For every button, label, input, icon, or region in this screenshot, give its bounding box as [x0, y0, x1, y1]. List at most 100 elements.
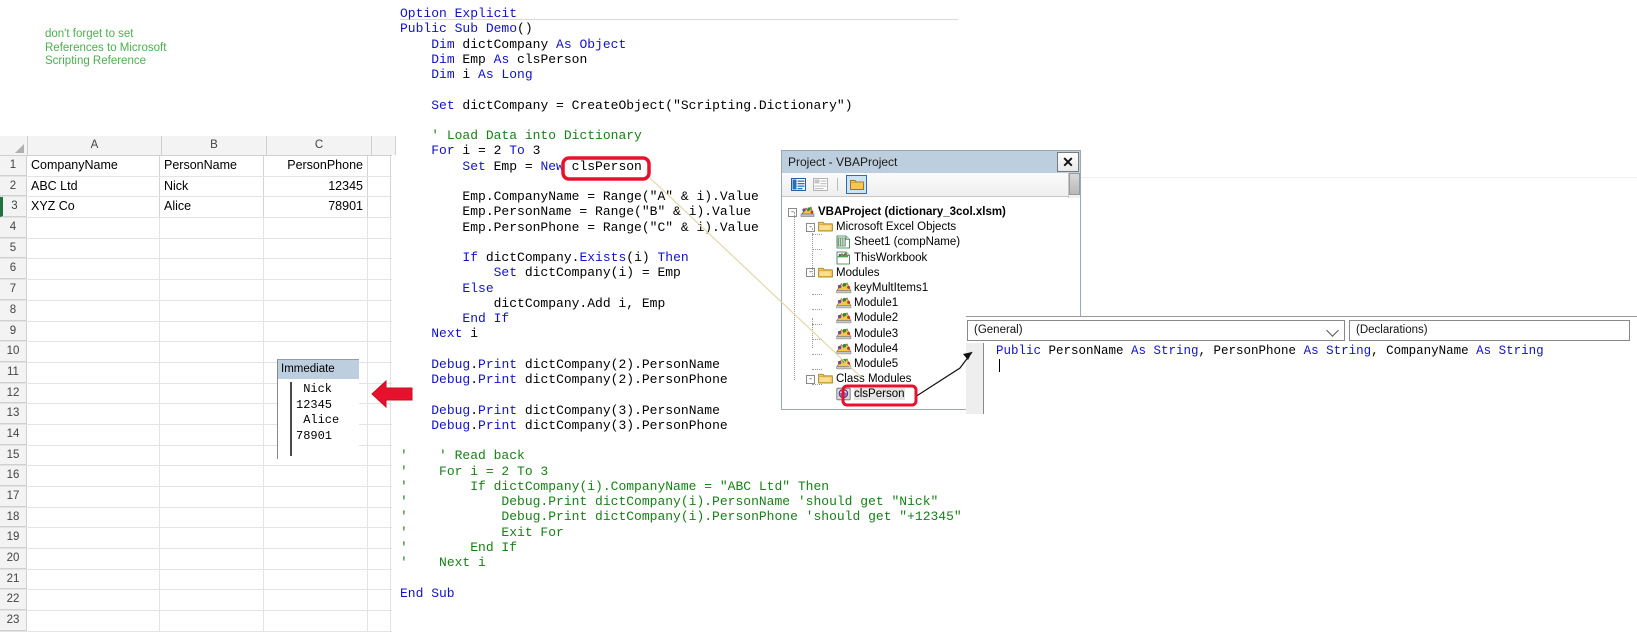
view-code-icon[interactable]	[790, 177, 807, 192]
row-header[interactable]: 10	[0, 342, 27, 362]
object-dropdown[interactable]: (General)	[967, 320, 1345, 341]
table-cell[interactable]	[27, 507, 160, 528]
column-header-b[interactable]: B	[162, 136, 267, 155]
table-cell[interactable]	[160, 259, 264, 280]
table-cell[interactable]	[27, 466, 160, 486]
table-cell[interactable]	[160, 507, 264, 528]
row-header[interactable]: 18	[0, 507, 27, 528]
code-line[interactable]	[400, 433, 1000, 448]
row-header[interactable]: 15	[0, 445, 27, 466]
table-cell[interactable]	[160, 466, 264, 486]
table-cell[interactable]	[368, 528, 391, 549]
row-header[interactable]: 1	[0, 156, 27, 176]
table-cell[interactable]	[368, 218, 391, 238]
table-cell[interactable]	[264, 259, 368, 280]
table-cell[interactable]	[160, 445, 264, 466]
table-row[interactable]: 16	[0, 466, 392, 487]
table-cell[interactable]	[27, 362, 160, 383]
row-header[interactable]: 12	[0, 383, 27, 404]
project-explorer-title-bar[interactable]: Project - VBAProject ✕	[782, 151, 1080, 173]
table-cell[interactable]: 12345	[264, 176, 368, 197]
table-cell[interactable]	[368, 590, 391, 611]
code-line[interactable]: ' Debug.Print dictCompany(i).PersonName …	[400, 494, 1000, 509]
immediate-window[interactable]: Immediate Nick 12345 Alice 78901	[277, 359, 359, 459]
table-cell[interactable]: XYZ Co	[27, 197, 160, 218]
table-cell[interactable]	[368, 176, 391, 197]
table-cell[interactable]: PersonName	[160, 156, 264, 176]
table-cell[interactable]	[368, 487, 391, 507]
table-cell[interactable]	[264, 238, 368, 259]
table-cell[interactable]	[368, 300, 391, 321]
code-line[interactable]: Public Sub Demo()	[400, 21, 1000, 36]
tree-item-module1[interactable]: Module1	[824, 295, 898, 311]
table-cell[interactable]	[368, 342, 391, 362]
table-cell[interactable]	[27, 383, 160, 404]
table-cell[interactable]	[160, 238, 264, 259]
table-cell[interactable]	[264, 466, 368, 486]
table-row[interactable]: 5	[0, 238, 392, 260]
table-cell[interactable]	[27, 487, 160, 507]
row-header[interactable]: 20	[0, 549, 27, 569]
table-cell[interactable]	[264, 507, 368, 528]
code-line[interactable]: ' Debug.Print dictCompany(i).PersonPhone…	[400, 509, 1000, 524]
row-header[interactable]: 7	[0, 280, 27, 300]
table-cell[interactable]	[27, 611, 160, 631]
row-header[interactable]: 23	[0, 611, 27, 631]
tree-item-keymultitems1[interactable]: keyMultItems1	[824, 280, 928, 296]
table-cell[interactable]	[160, 218, 264, 238]
table-cell[interactable]	[160, 404, 264, 424]
table-cell[interactable]	[160, 383, 264, 404]
row-header[interactable]: 22	[0, 590, 27, 611]
table-cell[interactable]	[368, 611, 391, 631]
table-cell[interactable]	[368, 238, 391, 259]
row-header[interactable]: 6	[0, 259, 27, 280]
row-header[interactable]: 11	[0, 362, 27, 383]
column-header-a[interactable]: A	[28, 136, 162, 155]
row-header[interactable]: 4	[0, 218, 27, 238]
tree-item-microsoft-excel-objects[interactable]: - Microsoft Excel Objects	[806, 219, 956, 235]
table-cell[interactable]	[264, 611, 368, 631]
code-line[interactable]: Option Explicit	[400, 6, 1000, 21]
table-cell[interactable]	[368, 197, 391, 218]
table-row[interactable]: 18	[0, 507, 392, 529]
tree-item-modules[interactable]: - Modules	[806, 265, 879, 281]
table-cell[interactable]	[368, 466, 391, 486]
table-row[interactable]: 21	[0, 569, 392, 591]
table-row[interactable]: 20	[0, 549, 392, 570]
table-row[interactable]: 4	[0, 218, 392, 239]
table-cell[interactable]	[27, 300, 160, 321]
table-cell[interactable]	[160, 342, 264, 362]
table-cell[interactable]	[27, 424, 160, 445]
row-header[interactable]: 16	[0, 466, 27, 486]
code-line[interactable]: Set dictCompany = CreateObject("Scriptin…	[400, 98, 1000, 113]
table-cell[interactable]	[160, 590, 264, 611]
code-line[interactable]: Dim Emp As clsPerson	[400, 52, 1000, 67]
chevron-down-icon[interactable]	[1326, 324, 1339, 337]
code-line[interactable]	[400, 113, 1000, 128]
table-row[interactable]: 8	[0, 300, 392, 322]
table-cell[interactable]	[264, 528, 368, 549]
table-cell[interactable]	[160, 487, 264, 507]
tree-item-clsperson[interactable]: clsPerson	[824, 386, 905, 402]
code-line[interactable]: ' Next i	[400, 555, 1000, 570]
code-line[interactable]: ' Exit For	[400, 525, 1000, 540]
close-icon[interactable]: ✕	[1057, 152, 1079, 172]
table-cell[interactable]	[27, 238, 160, 259]
tree-expand-toggle[interactable]: -	[788, 207, 797, 217]
table-row[interactable]: 2 ABC Ltd Nick 12345	[0, 176, 392, 198]
table-row[interactable]: 6	[0, 259, 392, 281]
row-header[interactable]: 13	[0, 404, 27, 424]
table-cell[interactable]	[27, 218, 160, 238]
table-cell[interactable]	[264, 218, 368, 238]
code-line[interactable]: ' If dictCompany(i).CompanyName = "ABC L…	[400, 479, 1000, 494]
table-cell[interactable]: CompanyName	[27, 156, 160, 176]
tree-item-module4[interactable]: Module4	[824, 341, 898, 357]
scrollbar-thumb[interactable]	[1069, 173, 1080, 195]
table-cell[interactable]	[160, 280, 264, 300]
table-cell[interactable]	[264, 590, 368, 611]
code-line[interactable]: Dim i As Long	[400, 67, 1000, 82]
immediate-window-output[interactable]: Nick 12345 Alice 78901	[290, 382, 358, 456]
tree-item-module5[interactable]: Module5	[824, 356, 898, 372]
table-cell[interactable]	[368, 321, 391, 342]
table-cell[interactable]: 78901	[264, 197, 368, 218]
